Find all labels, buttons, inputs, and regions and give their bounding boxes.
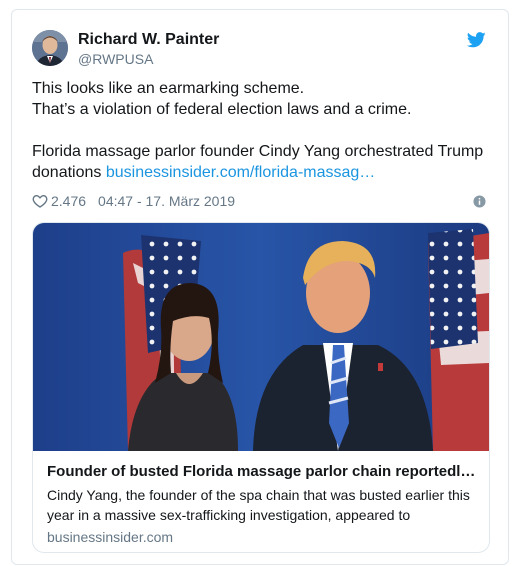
link-card-domain: businessinsider.com (47, 529, 174, 545)
twitter-bird-icon[interactable] (467, 32, 486, 48)
tweet-link[interactable]: businessinsider.com/florida-massag… (106, 164, 375, 181)
timestamp[interactable]: 04:47 - 17. März 2019 (98, 193, 235, 209)
link-card-image (33, 223, 489, 451)
info-icon[interactable] (473, 195, 486, 208)
link-card-description: Cindy Yang, the founder of the spa chain… (47, 487, 470, 523)
author-name[interactable]: Richard W. Painter (78, 31, 219, 49)
tweet-card: Richard W. Painter @RWPUSA This looks li… (11, 9, 509, 565)
tweet-line: This looks like an earmarking scheme. (32, 80, 305, 97)
tweet-meta: 2.476 04:47 - 17. März 2019 (32, 193, 235, 209)
link-card-title: Founder of busted Florida massage parlor… (47, 463, 477, 480)
tweet-line-prefix: donations (32, 164, 102, 181)
tweet-line: donations businessinsider.com/florida-ma… (32, 162, 494, 183)
like-count[interactable]: 2.476 (51, 193, 86, 209)
tweet-line: That’s a violation of federal election l… (32, 101, 412, 118)
tweet-text: This looks like an earmarking scheme. Th… (32, 78, 494, 183)
heart-icon[interactable] (32, 193, 48, 209)
avatar[interactable] (32, 30, 68, 66)
tweet-line: Florida massage parlor founder Cindy Yan… (32, 143, 484, 160)
author-handle[interactable]: @RWPUSA (78, 51, 153, 67)
avatar-image (32, 30, 68, 66)
link-card[interactable]: Founder of busted Florida massage parlor… (32, 222, 490, 553)
